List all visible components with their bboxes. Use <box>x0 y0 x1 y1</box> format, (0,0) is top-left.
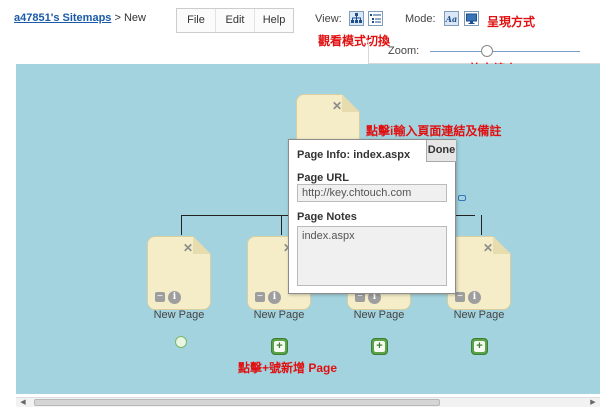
page-node-label: New Page <box>153 309 205 321</box>
connector-line <box>281 215 282 235</box>
collapse-icon[interactable]: − <box>155 292 165 302</box>
page-node-label: New Page <box>453 309 505 321</box>
page-notes-textarea[interactable]: index.aspx <box>297 226 447 286</box>
close-icon[interactable]: ✕ <box>482 242 494 254</box>
close-icon[interactable]: ✕ <box>182 242 194 254</box>
screen-mode-button[interactable] <box>464 11 479 26</box>
close-icon[interactable]: ✕ <box>331 100 343 112</box>
info-icon[interactable]: i <box>268 291 281 304</box>
info-icon[interactable]: i <box>468 291 481 304</box>
tree-view-icon <box>351 13 362 23</box>
plus-icon: + <box>274 341 285 352</box>
menu-file[interactable]: File <box>177 9 216 32</box>
page-notes-label: Page Notes <box>297 211 357 223</box>
connector-line <box>481 215 482 235</box>
sitemap-editor: a47851's Sitemaps > New File Edit Help V… <box>0 0 600 416</box>
page-node-label: New Page <box>253 309 305 321</box>
plus-icon: + <box>374 341 385 352</box>
add-page-button[interactable]: + <box>371 338 388 355</box>
annotation-info-hint: 點擊i輸入頁面連結及備註 <box>366 124 502 138</box>
text-mode-icon: Aa <box>445 13 458 24</box>
zoom-slider-track[interactable] <box>430 51 580 52</box>
tree-view-button[interactable] <box>349 11 364 26</box>
link-icon[interactable] <box>458 195 466 201</box>
annotation-presentation: 呈現方式 <box>487 15 536 29</box>
info-icon[interactable]: i <box>168 291 181 304</box>
breadcrumb-separator: > <box>114 12 121 24</box>
add-page-button[interactable]: + <box>471 338 488 355</box>
page-url-label: Page URL <box>297 172 349 184</box>
scrollbar-thumb[interactable] <box>34 399 440 406</box>
list-view-button[interactable] <box>368 11 383 26</box>
page-url-input[interactable] <box>297 184 447 202</box>
mode-label: Mode: <box>405 13 436 25</box>
scroll-right-icon[interactable]: ▶ <box>588 398 598 407</box>
annotation-view-toggle: 觀看模式切換 <box>318 34 391 48</box>
page-node[interactable]: ✕ − i <box>147 236 211 310</box>
scroll-left-icon[interactable]: ◀ <box>18 398 28 407</box>
page-node[interactable]: ✕ − i <box>447 236 511 310</box>
page-node-label: New Page <box>353 309 405 321</box>
add-page-indicator[interactable] <box>175 336 187 348</box>
page-info-dialog: Page Info: index.aspx Done Page URL Page… <box>288 139 456 294</box>
done-button[interactable]: Done <box>426 140 456 162</box>
menu-bar: File Edit Help <box>176 8 294 33</box>
list-view-icon <box>370 14 381 23</box>
add-page-button[interactable]: + <box>271 338 288 355</box>
breadcrumb-site-link[interactable]: a47851's Sitemaps <box>14 12 111 24</box>
text-mode-button[interactable]: Aa <box>444 11 459 26</box>
breadcrumb-current: New <box>123 12 146 24</box>
toolbar-divider <box>368 40 369 64</box>
dialog-title: Page Info: index.aspx <box>297 149 411 161</box>
zoom-label: Zoom: <box>388 45 420 57</box>
screen-mode-icon <box>466 13 477 24</box>
collapse-icon[interactable]: − <box>255 292 265 302</box>
connector-line <box>181 215 182 235</box>
breadcrumb: a47851's Sitemaps > New <box>14 12 146 24</box>
menu-help[interactable]: Help <box>255 9 293 32</box>
plus-icon: + <box>474 341 485 352</box>
collapse-icon[interactable]: − <box>455 292 465 302</box>
annotation-add-hint: 點擊+號新增 Page <box>238 361 338 375</box>
menu-edit[interactable]: Edit <box>216 9 255 32</box>
view-label: View: <box>315 13 342 25</box>
horizontal-scrollbar[interactable]: ◀ ▶ <box>16 397 600 407</box>
zoom-slider-handle[interactable] <box>481 45 493 57</box>
